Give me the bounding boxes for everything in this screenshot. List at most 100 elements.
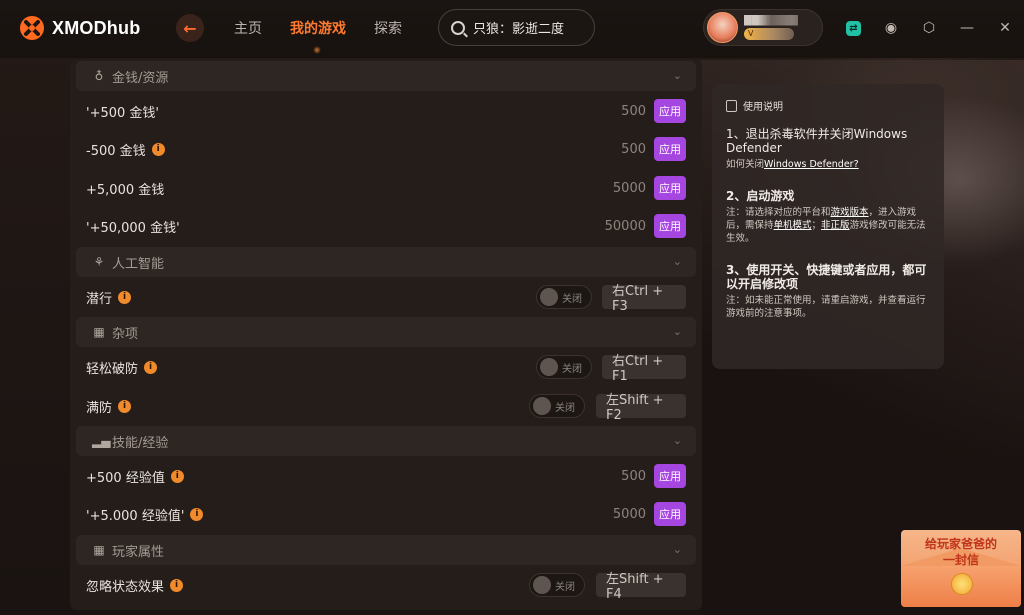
game-version-link[interactable]: 游戏版本	[831, 207, 869, 218]
item-label: 满防	[86, 400, 113, 416]
item-value[interactable]: 5000	[613, 507, 646, 522]
item-label: '+500 金钱'	[86, 105, 159, 121]
nav-home[interactable]: 主页	[234, 18, 262, 38]
search-input[interactable]: 只狼：影逝二度	[438, 9, 595, 46]
nav-my-games[interactable]: 我的游戏	[290, 18, 346, 38]
section-header-player[interactable]: ▦ 玩家属性 ⌄	[76, 535, 696, 565]
apply-button[interactable]: 应用	[654, 99, 686, 123]
chevron-down-icon: ⌄	[672, 434, 682, 447]
step-note: 注：请选择对应的平台和	[726, 207, 831, 218]
settings-icon[interactable]: ⬡	[921, 20, 937, 36]
user-name-blurred: ███████	[744, 15, 812, 26]
apply-button[interactable]: 应用	[654, 176, 686, 200]
section-title: 金钱/资源	[112, 70, 169, 86]
toggle-switch[interactable]: 关闭	[536, 285, 592, 309]
info-icon[interactable]: i	[170, 578, 184, 592]
guide-step-3: 3、使用开关、快捷键或者应用，都可以开启修改项 注：如未能正常使用，请重启游戏，…	[726, 263, 930, 320]
item-label: +5,000 金钱	[86, 182, 165, 198]
apply-button[interactable]: 应用	[654, 502, 686, 526]
support-icon[interactable]: ◉	[883, 20, 899, 36]
back-button[interactable]: ←	[176, 14, 204, 42]
section-header-money[interactable]: ♁ 金钱/资源 ⌄	[76, 61, 696, 91]
step-note: ；	[811, 220, 822, 231]
apply-button[interactable]: 应用	[654, 464, 686, 488]
list-item: -500 金钱 i 500 应用	[70, 130, 702, 168]
step-heading: 3、使用开关、快捷键或者应用，都可以开启修改项	[726, 263, 927, 291]
section-title: 技能/经验	[112, 435, 169, 451]
hotkey-button[interactable]: 右Ctrl + F1	[602, 354, 686, 384]
item-value[interactable]: 5000	[613, 181, 646, 196]
search-value: 只狼：影逝二度	[473, 22, 565, 37]
money-bag-icon: ♁	[94, 69, 104, 83]
toggle-switch[interactable]: 关闭	[529, 394, 585, 418]
close-icon[interactable]: ✕	[997, 20, 1013, 36]
info-icon[interactable]: i	[170, 469, 184, 483]
section-title: 玩家属性	[112, 544, 165, 560]
offline-mode-link[interactable]: 单机模式	[774, 220, 812, 231]
usage-guide-card: 使用说明 1、退出杀毒软件并关闭Windows Defender 如何关闭Win…	[712, 84, 944, 369]
section-header-misc[interactable]: ▦ 杂项 ⌄	[76, 317, 696, 347]
item-label: 轻松破防	[86, 361, 139, 377]
item-value[interactable]: 500	[621, 469, 646, 484]
item-value[interactable]: 50000	[605, 219, 646, 234]
toggle-state: 关闭	[555, 581, 575, 593]
cheat-list-panel: ♁ 金钱/资源 ⌄ '+500 金钱' 500 应用 -500 金钱 i 500…	[70, 60, 702, 610]
list-item: 满防 i 关闭 左Shift + F2	[70, 387, 702, 425]
section-title: 杂项	[112, 326, 139, 342]
info-icon[interactable]: i	[118, 399, 132, 413]
toggle-state: 关闭	[562, 293, 582, 305]
user-profile-chip[interactable]: ███████ V	[703, 9, 823, 46]
non-genuine-link[interactable]: 非正版	[821, 220, 850, 231]
toggle-switch[interactable]: 关闭	[529, 573, 585, 597]
grid-icon: ▦	[93, 325, 105, 339]
item-value[interactable]: 500	[621, 104, 646, 119]
list-item: '+5.000 经验值' i 5000 应用	[70, 495, 702, 533]
toggle-state: 关闭	[562, 363, 582, 375]
item-label: +500 经验值	[86, 470, 165, 486]
hotkey-button[interactable]: 左Shift + F4	[596, 572, 686, 602]
windows-defender-link[interactable]: Windows Defender?	[764, 159, 859, 170]
info-icon[interactable]: i	[190, 507, 204, 521]
hotkey-button[interactable]: 右Ctrl + F3	[602, 284, 686, 314]
main-nav: 主页 我的游戏 探索	[234, 18, 402, 38]
list-item: +5,000 金钱 5000 应用	[70, 169, 702, 207]
promo-letter-button[interactable]: 给玩家爸爸的 一封信	[901, 530, 1021, 607]
toggle-knob	[540, 288, 558, 306]
list-item: 轻松破防 i 关闭 右Ctrl + F1	[70, 348, 702, 386]
app-logo[interactable]: XMODhub	[18, 14, 140, 42]
xmod-logo-icon	[20, 16, 44, 40]
step-note: 注：如未能正常使用，请重启游戏，并查看运行游戏前的注意事项。	[726, 295, 926, 319]
document-icon	[726, 99, 737, 112]
toggle-switch[interactable]: 关闭	[536, 355, 592, 379]
chevron-down-icon: ⌄	[672, 543, 682, 556]
list-item: '+500 金钱' 500 应用	[70, 92, 702, 130]
window-controls: ⇄ ◉ ⬡ — ✕	[846, 20, 1013, 36]
chevron-down-icon: ⌄	[672, 255, 682, 268]
item-label: '+5.000 经验值'	[86, 508, 185, 524]
guide-step-2: 2、启动游戏 注：请选择对应的平台和游戏版本，进入游戏后，需保持单机模式；非正版…	[726, 189, 930, 245]
bar-chart-icon: ▂▄	[92, 434, 111, 448]
apply-button[interactable]: 应用	[654, 137, 686, 161]
switch-icon[interactable]: ⇄	[846, 20, 861, 36]
apply-button[interactable]: 应用	[654, 214, 686, 238]
section-header-skills[interactable]: ▂▄ 技能/经验 ⌄	[76, 426, 696, 456]
promo-line-2: 一封信	[942, 553, 979, 567]
item-label: '+50,000 金钱'	[86, 220, 180, 236]
guide-step-1: 1、退出杀毒软件并关闭Windows Defender 如何关闭Windows …	[726, 127, 930, 171]
info-icon[interactable]: i	[151, 142, 165, 156]
item-value[interactable]: 500	[621, 142, 646, 157]
list-item: +500 经验值 i 500 应用	[70, 457, 702, 495]
hotkey-button[interactable]: 左Shift + F2	[596, 393, 686, 423]
arrow-left-icon: ←	[183, 18, 197, 38]
minimize-icon[interactable]: —	[959, 20, 975, 36]
seal-icon	[951, 573, 973, 595]
info-icon[interactable]: i	[144, 360, 158, 374]
step-heading: 2、启动游戏	[726, 189, 795, 203]
item-label: -500 金钱	[86, 143, 146, 159]
section-header-ai[interactable]: ⚘ 人工智能 ⌄	[76, 247, 696, 277]
toggle-knob	[540, 358, 558, 376]
toggle-knob	[533, 397, 551, 415]
brand-name: XMODhub	[52, 17, 141, 38]
info-icon[interactable]: i	[118, 290, 132, 304]
nav-explore[interactable]: 探索	[374, 18, 402, 38]
